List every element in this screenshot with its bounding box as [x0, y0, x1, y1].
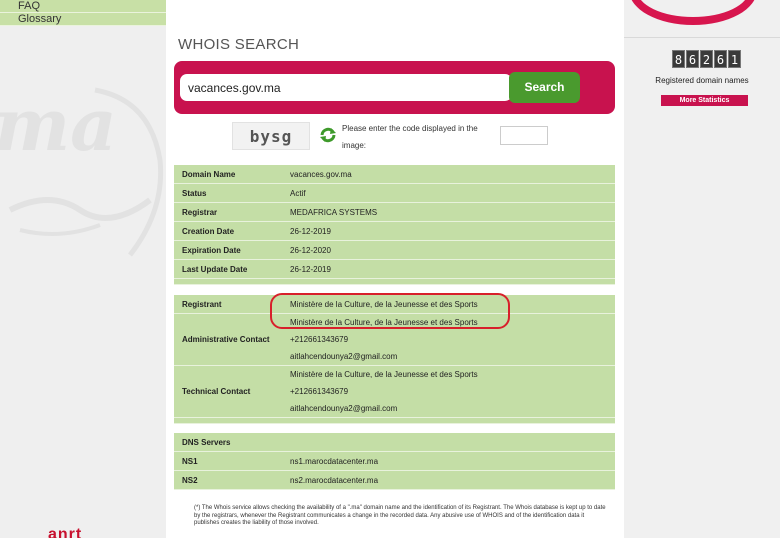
- whois-page: FAQ Glossary ma anrt WHOIS SEARCH Search…: [0, 0, 780, 538]
- table-row: Expiration Date 26-12-2020: [174, 241, 615, 260]
- administrative-contact-name: Ministère de la Culture, de la Jeunesse …: [290, 318, 478, 327]
- administrative-contact-email: aitlahcendounya2@gmail.com: [290, 352, 398, 361]
- domain-counter: 8 6 2 6 1: [672, 50, 741, 68]
- counter-digit: 2: [700, 50, 713, 68]
- table-row: Creation Date 26-12-2019: [174, 222, 615, 241]
- ns-label: NS1: [174, 452, 290, 471]
- more-statistics-button[interactable]: More Statistics: [661, 95, 748, 106]
- counter-digit: 6: [714, 50, 727, 68]
- row-label: Expiration Date: [174, 241, 290, 260]
- decorative-ring-icon: [629, 0, 757, 25]
- row-label: Last Update Date: [174, 260, 290, 279]
- whois-footnote: (*) The Whois service allows checking th…: [194, 505, 606, 526]
- table-row: Technical Contact Ministère de la Cultur…: [174, 366, 615, 418]
- search-button[interactable]: Search: [509, 72, 580, 103]
- refresh-icon[interactable]: [319, 126, 337, 144]
- page-title: WHOIS SEARCH: [178, 36, 300, 53]
- row-label: Creation Date: [174, 222, 290, 241]
- row-label: Status: [174, 184, 290, 203]
- technical-contact-name: Ministère de la Culture, de la Jeunesse …: [290, 370, 478, 379]
- row-label: Registrar: [174, 203, 290, 222]
- table-spacer-row: [174, 418, 615, 424]
- captcha-prompt: Please enter the code displayed in the i…: [342, 124, 478, 150]
- table-spacer-row: [174, 279, 615, 285]
- table-row: Administrative Contact Ministère de la C…: [174, 314, 615, 366]
- technical-contact-value: Ministère de la Culture, de la Jeunesse …: [290, 366, 615, 418]
- search-panel: Search: [174, 61, 615, 114]
- table-row: Registrar MEDAFRICA SYSTEMS: [174, 203, 615, 222]
- table-row: Registrant Ministère de la Culture, de l…: [174, 295, 615, 314]
- main-content: WHOIS SEARCH Search bysg Please enter th…: [166, 0, 624, 538]
- row-label: Domain Name: [174, 165, 290, 184]
- table-row: NS2 ns2.marocdatacenter.ma: [174, 471, 615, 490]
- divider: [624, 37, 780, 38]
- ns-value: ns2.marocdatacenter.ma: [290, 471, 615, 490]
- technical-contact-email: aitlahcendounya2@gmail.com: [290, 404, 398, 413]
- anrt-logo: anrt: [48, 526, 83, 538]
- counter-digit: 1: [728, 50, 741, 68]
- right-sidebar: 8 6 2 6 1 Registered domain names More S…: [624, 0, 780, 538]
- registrant-label: Registrant: [174, 295, 290, 314]
- domain-search-input[interactable]: [180, 74, 512, 101]
- table-row: Domain Name vacances.gov.ma: [174, 165, 615, 184]
- row-value: 26-12-2019: [290, 260, 615, 279]
- ns-label: NS2: [174, 471, 290, 490]
- left-sidebar: FAQ Glossary ma anrt: [0, 0, 166, 538]
- header-decoration-icon: [226, 0, 486, 6]
- row-value: 26-12-2019: [290, 222, 615, 241]
- svg-text:ma: ma: [0, 82, 117, 167]
- technical-contact-label: Technical Contact: [174, 366, 290, 418]
- administrative-contact-phone: +212661343679: [290, 335, 349, 344]
- row-value: MEDAFRICA SYSTEMS: [290, 203, 615, 222]
- background-ma-logo-icon: ma: [0, 82, 164, 257]
- contacts-table: Registrant Ministère de la Culture, de l…: [174, 295, 615, 424]
- technical-contact-phone: +212661343679: [290, 387, 349, 396]
- table-row: Status Actif: [174, 184, 615, 203]
- dns-servers-header: DNS Servers: [174, 433, 615, 452]
- captcha-input[interactable]: [500, 126, 548, 145]
- administrative-contact-value: Ministère de la Culture, de la Jeunesse …: [290, 314, 615, 366]
- registered-domains-label: Registered domain names: [655, 76, 749, 85]
- counter-digit: 8: [672, 50, 685, 68]
- table-row: NS1 ns1.marocdatacenter.ma: [174, 452, 615, 471]
- counter-digit: 6: [686, 50, 699, 68]
- table-row: DNS Servers: [174, 433, 615, 452]
- nav-item-glossary[interactable]: Glossary: [0, 13, 166, 26]
- domain-info-table: Domain Name vacances.gov.ma Status Actif R…: [174, 165, 615, 285]
- registrant-name: Ministère de la Culture, de la Jeunesse …: [290, 295, 615, 314]
- nav-item-faq[interactable]: FAQ: [0, 0, 166, 13]
- administrative-contact-label: Administrative Contact: [174, 314, 290, 366]
- dns-servers-table: DNS Servers NS1 ns1.marocdatacenter.ma NS…: [174, 433, 615, 490]
- captcha-image: bysg: [232, 122, 310, 150]
- row-value: vacances.gov.ma: [290, 165, 615, 184]
- row-value: Actif: [290, 184, 615, 203]
- ns-value: ns1.marocdatacenter.ma: [290, 452, 615, 471]
- row-value: 26-12-2020: [290, 241, 615, 260]
- table-row: Last Update Date 26-12-2019: [174, 260, 615, 279]
